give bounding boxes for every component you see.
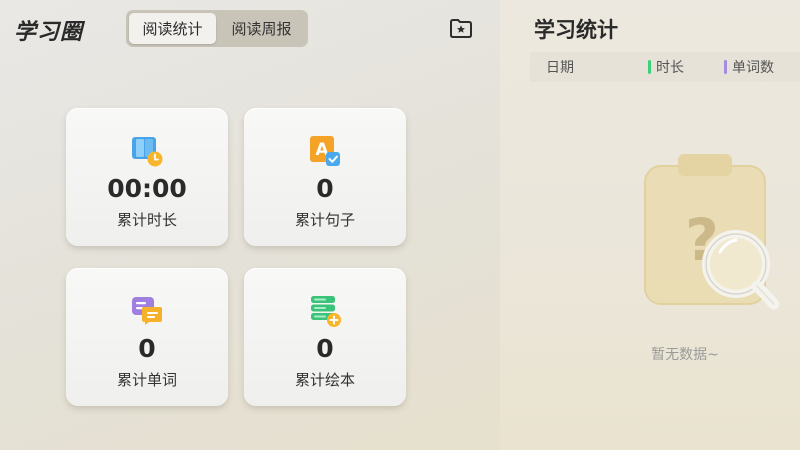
stats-title: 学习统计 <box>534 18 618 42</box>
total-sentences-value: 0 <box>316 174 334 203</box>
total-picturebooks-value: 0 <box>316 334 334 363</box>
total-sentences-label: 累计句子 <box>294 211 355 229</box>
total-words-label: 累计单词 <box>116 371 177 389</box>
column-duration: 时长 <box>648 57 684 77</box>
tab-reading-weekly[interactable]: 阅读周报 <box>218 13 305 44</box>
total-time-card[interactable]: 00:00 累计时长 <box>66 108 228 246</box>
empty-state-text: 暂无数据~ <box>500 344 800 364</box>
column-date: 日期 <box>546 60 574 76</box>
tab-reading-stats[interactable]: 阅读统计 <box>129 13 216 44</box>
duration-legend-marker <box>648 60 651 74</box>
stats-panel: 学习统计 日期 时长 单词数 ? 暂无数据~ <box>500 0 800 450</box>
total-time-label: 累计时长 <box>116 211 177 229</box>
total-words-value: 0 <box>138 334 156 363</box>
letter-a-check-icon: A <box>310 136 340 166</box>
column-duration-label: 时长 <box>656 60 684 76</box>
book-stack-plus-icon <box>311 296 341 327</box>
main-panel: 学习圈 阅读统计 阅读周报 00:00 累计时长 A 0 累计句子 0 累计单词… <box>0 0 500 450</box>
chat-list-icon <box>132 297 162 325</box>
total-time-value: 00:00 <box>107 174 187 203</box>
app-title: 学习圈 <box>14 20 84 45</box>
words-legend-marker <box>724 60 727 74</box>
total-sentences-card[interactable]: A 0 累计句子 <box>244 108 406 246</box>
total-words-card[interactable]: 0 累计单词 <box>66 268 228 406</box>
star-folder-icon <box>450 19 472 38</box>
book-clock-icon <box>132 137 163 167</box>
empty-state-label: 暂无数据~ <box>651 347 719 363</box>
favorite-button[interactable] <box>448 16 474 40</box>
stats-table-header: 日期 时长 单词数 <box>530 52 800 82</box>
column-words: 单词数 <box>724 57 774 77</box>
column-words-label: 单词数 <box>732 60 774 76</box>
total-picturebooks-label: 累计绘本 <box>294 371 355 389</box>
total-picturebooks-card[interactable]: 0 累计绘本 <box>244 268 406 406</box>
empty-clipboard-magnifier-icon: ? <box>644 154 780 310</box>
tab-bar: 阅读统计 阅读周报 <box>126 10 308 47</box>
